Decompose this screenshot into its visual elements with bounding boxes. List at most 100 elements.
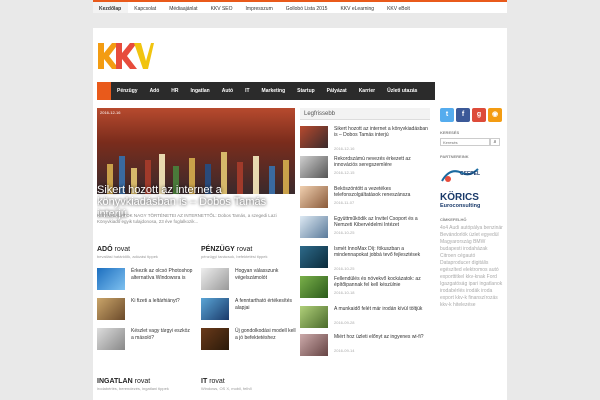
section-it-heading[interactable]: IT rovat	[201, 378, 296, 385]
main-navigation: Pénzügy Adó HR Ingatlan Autó IT Marketin…	[97, 82, 435, 100]
list-item[interactable]: Új gondolkodási modell kell a jó befekte…	[201, 328, 296, 352]
news-title[interactable]: Együttműködik az Invitel Csoport és a Ne…	[334, 216, 430, 228]
home-nav-block[interactable]	[97, 82, 111, 100]
search-label: KERESÉS	[440, 130, 460, 135]
news-title[interactable]: Beköszöntött a vezetékes telefonszolgált…	[334, 186, 430, 198]
partner-logo-csepel[interactable]: CSEPEL	[440, 165, 503, 187]
article-title[interactable]: Új gondolkodási modell kell a jó befekte…	[235, 328, 297, 342]
search-button[interactable]: ⌕	[490, 138, 500, 146]
news-date: 2016-12-15	[334, 170, 355, 175]
list-item[interactable]: Hogyan válasszunk végelszámolót	[201, 268, 296, 292]
news-thumbnail[interactable]	[300, 276, 328, 298]
nav-karrier[interactable]: Karrier	[353, 82, 381, 100]
nav-palyazat[interactable]: Pályázat	[321, 82, 353, 100]
site-logo[interactable]	[98, 43, 154, 69]
top-nav-ebolt[interactable]: KKV eBolt	[381, 2, 417, 13]
facebook-icon[interactable]: f	[456, 108, 470, 122]
news-title[interactable]: Sikert hozott az internet a könyvkiadásb…	[334, 126, 430, 138]
top-nav-home[interactable]: Kezdőlap	[93, 2, 129, 13]
article-thumbnail[interactable]	[201, 268, 229, 290]
tags-label: CÍMKEFELHŐ	[440, 217, 467, 222]
hero-image[interactable]	[97, 108, 295, 194]
news-title[interactable]: Miért hoz üzleti előnyt az ingyenes wi-f…	[334, 334, 430, 340]
nav-startup[interactable]: Startup	[291, 82, 321, 100]
nav-it[interactable]: IT	[239, 82, 255, 100]
google-plus-icon[interactable]: g	[472, 108, 486, 122]
nav-marketing[interactable]: Marketing	[256, 82, 292, 100]
news-date: 2016-10-18	[334, 290, 355, 295]
page-container: Pénzügy Adó HR Ingatlan Autó IT Marketin…	[93, 28, 507, 400]
section-ingatlan-heading[interactable]: INGATLAN rovat	[97, 378, 192, 385]
section-ado-heading[interactable]: ADÓ rovat	[97, 246, 192, 253]
article-title[interactable]: A fenntartható értékesítés alapjai	[235, 298, 297, 312]
nav-hr[interactable]: HR	[165, 82, 184, 100]
news-thumbnail[interactable]	[300, 216, 328, 238]
latest-column: Legfrissebb Sikert hozott az internet a …	[300, 108, 430, 356]
section-ingatlan: INGATLAN rovat irodabérlés, berendezés, …	[97, 378, 192, 391]
top-nav-contact[interactable]: Kapcsolat	[128, 2, 163, 13]
news-date: 2016-12-16	[334, 146, 355, 151]
news-item[interactable]: A munkaidő felét már irodán kívül töltjü…	[300, 302, 430, 330]
nav-uzleti-utazas[interactable]: Üzleti utazás	[381, 82, 423, 100]
article-title[interactable]: Hogyan válasszunk végelszámolót	[235, 268, 297, 282]
news-item[interactable]: Ismét InnoMax Díj: fókuszban a mindennap…	[300, 242, 430, 271]
article-thumbnail[interactable]	[97, 298, 125, 320]
nav-ingatlan[interactable]: Ingatlan	[185, 82, 216, 100]
news-item[interactable]: Beköszöntött a vezetékes telefonszolgált…	[300, 182, 430, 210]
article-thumbnail[interactable]	[97, 268, 125, 290]
section-penzugy-heading[interactable]: PÉNZÜGY rovat	[201, 246, 296, 253]
section-ado: ADÓ rovat bevallási határidők, adózási t…	[97, 246, 192, 350]
news-thumbnail[interactable]	[300, 246, 328, 268]
tag-cloud[interactable]: 4x4 Audi autópálya benzinár Bevándorlók …	[440, 225, 503, 309]
nav-ado[interactable]: Adó	[144, 82, 166, 100]
top-nav-media[interactable]: Médiaajánlat	[163, 2, 204, 13]
list-item[interactable]: Érkezik az olcsó Photoshop alternatíva W…	[97, 268, 192, 292]
article-title[interactable]: Készlet vagy tárgyi eszköz a másoló?	[131, 328, 193, 342]
news-thumbnail[interactable]	[300, 126, 328, 148]
news-item[interactable]: Miért hoz üzleti előnyt az ingyenes wi-f…	[300, 330, 430, 358]
news-date: 2016-09-28	[334, 320, 355, 325]
top-nav-gollobo[interactable]: Gollobó Lista 2015	[280, 2, 335, 13]
top-nav-impresszum[interactable]: Impresszum	[240, 2, 280, 13]
twitter-icon[interactable]: t	[440, 108, 454, 122]
hero-date: 2016-12-16	[100, 110, 121, 115]
news-thumbnail[interactable]	[300, 334, 328, 356]
hero-excerpt: KISVÁLLALATOK NAGY TÖRTÉNETEI AZ INTERNE…	[97, 213, 277, 224]
list-item[interactable]: Ki fizeti a leltárhiányt?	[97, 298, 192, 322]
news-item[interactable]: Sikert hozott az internet a könyvkiadásb…	[300, 122, 430, 151]
article-thumbnail[interactable]	[97, 328, 125, 350]
search-input[interactable]	[440, 138, 490, 146]
list-item[interactable]: A fenntartható értékesítés alapjai	[201, 298, 296, 322]
article-title[interactable]: Ki fizeti a leltárhiányt?	[131, 298, 193, 305]
news-date: 2016-10-25	[334, 230, 355, 235]
top-nav-seo[interactable]: KKV SEO	[205, 2, 240, 13]
hero-article[interactable]: 2016-12-16 Sikert hozott az internet a k…	[97, 108, 295, 248]
article-title[interactable]: Érkezik az olcsó Photoshop alternatíva W…	[131, 268, 193, 282]
sidebar: t f g ◉ KERESÉS ⌕ PARTNEREINK CSEPEL KÖR…	[440, 108, 503, 309]
nav-penzugy[interactable]: Pénzügy	[111, 82, 144, 100]
top-nav-elearning[interactable]: KKV eLearning	[334, 2, 381, 13]
news-item[interactable]: Fellendülés és növekvő kockázatok: az ép…	[300, 272, 430, 300]
news-title[interactable]: Fellendülés és növekvő kockázatok: az ép…	[334, 276, 430, 288]
news-title[interactable]: Ismét InnoMax Díj: fókuszban a mindennap…	[334, 246, 430, 258]
latest-header[interactable]: Legfrissebb	[300, 108, 430, 120]
rss-icon[interactable]: ◉	[488, 108, 502, 122]
news-item[interactable]: Együttműködik az Invitel Csoport és a Ne…	[300, 212, 430, 240]
partner-logo-korics[interactable]: KÖRICS Euroconsulting	[440, 192, 503, 210]
section-penzugy: PÉNZÜGY rovat pénzügyi tanácsok, befekte…	[201, 246, 296, 350]
list-item[interactable]: Készlet vagy tárgyi eszköz a másoló?	[97, 328, 192, 352]
news-thumbnail[interactable]	[300, 306, 328, 328]
news-thumbnail[interactable]	[300, 186, 328, 208]
article-thumbnail[interactable]	[201, 328, 229, 350]
section-penzugy-subtitle: pénzügyi tanácsok, befektetési tippek	[201, 254, 268, 259]
news-date: 2016-09-14	[334, 348, 355, 353]
nav-auto[interactable]: Autó	[216, 82, 239, 100]
news-title[interactable]: A munkaidő felét már irodán kívül töltjü…	[334, 306, 430, 312]
section-it: IT rovat Windows, OS X, mobil, felhő	[201, 378, 296, 391]
korics-logo-line1: KÖRICS	[440, 192, 479, 203]
news-item[interactable]: Rekordszámú nevezés érkezett az innováci…	[300, 152, 430, 180]
article-thumbnail[interactable]	[201, 298, 229, 320]
news-thumbnail[interactable]	[300, 156, 328, 178]
news-title[interactable]: Rekordszámú nevezés érkezett az innováci…	[334, 156, 430, 168]
partners-label: PARTNEREINK	[440, 154, 469, 159]
